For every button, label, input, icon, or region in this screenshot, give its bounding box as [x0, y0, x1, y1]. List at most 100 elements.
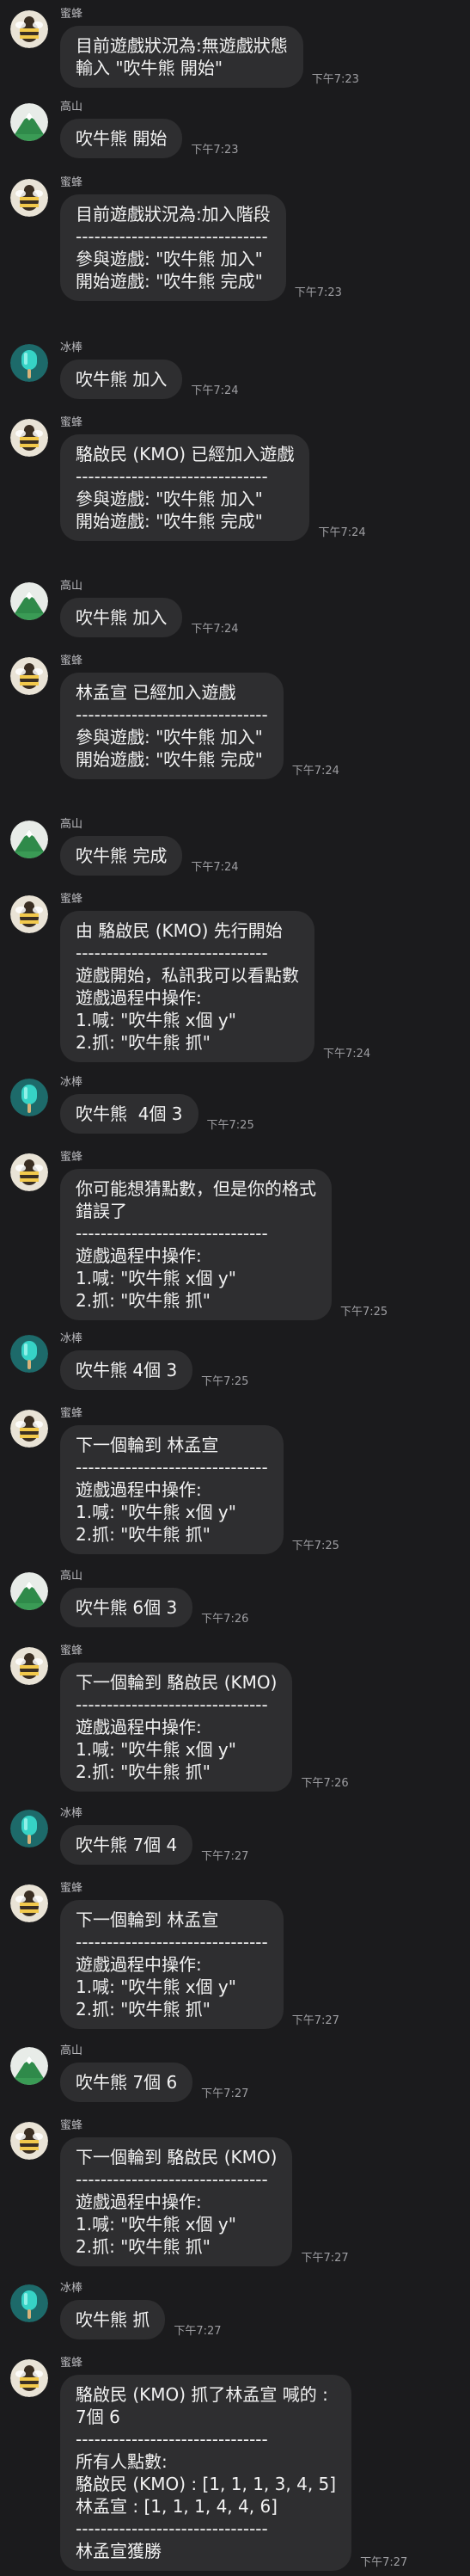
- chat-message: 高山吹牛熊 7個 6 下午7:27: [0, 2037, 248, 2102]
- message-bubble[interactable]: 吹牛熊 抓: [60, 2300, 166, 2339]
- message-bubble[interactable]: 吹牛熊 完成: [60, 836, 183, 876]
- popsicle-avatar[interactable]: [10, 344, 48, 382]
- message-timestamp: 下午7:27: [201, 2087, 249, 2100]
- message-bubble[interactable]: 下一個輪到 林孟宣 ------------------------------…: [60, 1900, 284, 2029]
- message-bubble[interactable]: 駱啟民 (KMO) 抓了林孟宣 喊的 : 7個 6 --------------…: [60, 2375, 352, 2571]
- message-timestamp: 下午7:24: [191, 623, 239, 636]
- message-timestamp: 下午7:23: [191, 144, 239, 157]
- sender-name: 蜜蜂: [60, 1882, 83, 1895]
- popsicle-avatar[interactable]: [10, 1079, 48, 1116]
- message-bubble[interactable]: 你可能想猜點數，但是你的格式 錯誤了 ---------------------…: [60, 1169, 332, 1320]
- chat-message: 蜜蜂下一個輪到 林孟宣 ----------------------------…: [0, 1399, 339, 1554]
- message-timestamp: 下午7:24: [318, 526, 366, 539]
- message-timestamp: 下午7:27: [291, 2014, 339, 2027]
- bee-avatar[interactable]: [10, 2122, 48, 2160]
- sender-name: 蜜蜂: [60, 1645, 83, 1657]
- sender-name: 高山: [60, 2044, 83, 2057]
- message-timestamp: 下午7:27: [174, 2325, 222, 2338]
- chat-message: 高山吹牛熊 6個 3 下午7:26: [0, 1562, 248, 1627]
- sender-name: 蜜蜂: [60, 176, 83, 189]
- message-timestamp: 下午7:24: [191, 861, 239, 874]
- message-bubble[interactable]: 下一個輪到 駱啟民 (KMO) ------------------------…: [60, 1663, 293, 1792]
- mountain-avatar[interactable]: [10, 1572, 48, 1610]
- chat-message: 冰棒 吹牛熊 7個 4 下午7:27: [0, 1799, 248, 1865]
- message-bubble[interactable]: 林孟宣 已經加入遊戲 -----------------------------…: [60, 673, 284, 779]
- message-timestamp: 下午7:26: [301, 1777, 349, 1790]
- chat-message: 蜜蜂目前遊戲狀況為:加入階段 -------------------------…: [0, 169, 342, 301]
- message-bubble[interactable]: 吹牛熊 6個 3: [60, 1588, 193, 1627]
- chat-message: 蜜蜂你可能想猜點數，但是你的格式 錯誤了 -------------------…: [0, 1143, 388, 1320]
- chat-message: 冰棒吹牛熊 加入 下午7:24: [0, 334, 239, 399]
- sender-name: 蜜蜂: [60, 893, 83, 906]
- sender-name: 冰棒: [60, 2282, 83, 2295]
- chat-message: 蜜蜂目前遊戲狀況為:無遊戲狀態 輸入 "吹牛熊 開始" 下午7:23: [0, 0, 359, 88]
- message-bubble[interactable]: 下一個輪到 林孟宣 ------------------------------…: [60, 1425, 284, 1554]
- chat-message: 蜜蜂林孟宣 已經加入遊戲 ---------------------------…: [0, 647, 339, 779]
- sender-name: 蜜蜂: [60, 655, 83, 667]
- mountain-avatar[interactable]: [10, 103, 48, 141]
- sender-name: 高山: [60, 580, 83, 593]
- sender-name: 蜜蜂: [60, 8, 83, 21]
- chat-message: 蜜蜂駱啟民 (KMO) 已經加入遊戲 ---------------------…: [0, 409, 366, 541]
- chat-message: 高山吹牛熊 開始 下午7:23: [0, 93, 239, 158]
- bee-avatar[interactable]: [10, 419, 48, 457]
- message-timestamp: 下午7:24: [323, 1048, 371, 1061]
- bee-avatar[interactable]: [10, 895, 48, 933]
- message-timestamp: 下午7:24: [291, 765, 339, 778]
- message-bubble[interactable]: 吹牛熊 開始: [60, 119, 183, 158]
- mountain-avatar[interactable]: [10, 582, 48, 620]
- bee-avatar[interactable]: [10, 179, 48, 217]
- message-bubble[interactable]: 由 駱啟民 (KMO) 先行開始 -----------------------…: [60, 911, 314, 1062]
- message-timestamp: 下午7:23: [311, 73, 359, 86]
- chat-message: 蜜蜂下一個輪到 駱啟民 (KMO) ----------------------…: [0, 2112, 349, 2266]
- message-bubble[interactable]: 下一個輪到 駱啟民 (KMO) ------------------------…: [60, 2137, 293, 2266]
- message-timestamp: 下午7:23: [294, 286, 342, 299]
- popsicle-avatar[interactable]: [10, 2284, 48, 2322]
- message-timestamp: 下午7:27: [360, 2556, 408, 2569]
- sender-name: 冰棒: [60, 341, 83, 354]
- message-bubble[interactable]: 目前遊戲狀況為:無遊戲狀態 輸入 "吹牛熊 開始": [60, 26, 303, 88]
- bee-avatar[interactable]: [10, 1153, 48, 1191]
- sender-name: 蜜蜂: [60, 2119, 83, 2132]
- sender-name: 蜜蜂: [60, 1407, 83, 1420]
- mountain-avatar[interactable]: [10, 821, 48, 858]
- chat-message: 蜜蜂下一個輪到 駱啟民 (KMO) ----------------------…: [0, 1637, 349, 1792]
- bee-avatar[interactable]: [10, 657, 48, 695]
- chat-message: 蜜蜂駱啟民 (KMO) 抓了林孟宣 喊的 : 7個 6 ------------…: [0, 2349, 407, 2571]
- message-bubble[interactable]: 吹牛熊 4個 3: [60, 1350, 193, 1390]
- bee-avatar[interactable]: [10, 1647, 48, 1685]
- message-timestamp: 下午7:25: [340, 1306, 388, 1319]
- message-bubble[interactable]: 目前遊戲狀況為:加入階段 ---------------------------…: [60, 194, 286, 301]
- popsicle-avatar[interactable]: [10, 1810, 48, 1847]
- message-bubble[interactable]: 吹牛熊 加入: [60, 360, 183, 399]
- message-timestamp: 下午7:25: [291, 1540, 339, 1552]
- message-bubble[interactable]: 吹牛熊 7個 6: [60, 2063, 193, 2102]
- bee-avatar[interactable]: [10, 1410, 48, 1448]
- mountain-avatar[interactable]: [10, 2047, 48, 2085]
- sender-name: 冰棒: [60, 1076, 83, 1089]
- chat-message: 冰棒吹牛熊 4個 3 下午7:25: [0, 1068, 254, 1134]
- message-bubble[interactable]: 吹牛熊 4個 3: [60, 1094, 198, 1134]
- chat-message: 蜜蜂由 駱啟民 (KMO) 先行開始 ---------------------…: [0, 885, 370, 1062]
- message-timestamp: 下午7:27: [301, 2252, 349, 2265]
- message-timestamp: 下午7:26: [201, 1613, 249, 1626]
- chat-message: 高山 吹牛熊 完成 下午7:24: [0, 810, 239, 876]
- sender-name: 高山: [60, 1570, 83, 1583]
- sender-name: 高山: [60, 101, 83, 114]
- sender-name: 冰棒: [60, 1332, 83, 1345]
- message-bubble[interactable]: 吹牛熊 加入: [60, 598, 183, 637]
- bee-avatar[interactable]: [10, 2359, 48, 2397]
- message-bubble[interactable]: 駱啟民 (KMO) 已經加入遊戲 -----------------------…: [60, 434, 310, 541]
- sender-name: 蜜蜂: [60, 2357, 83, 2370]
- chat-message: 蜜蜂下一個輪到 林孟宣 ----------------------------…: [0, 1874, 339, 2029]
- sender-name: 蜜蜂: [60, 416, 83, 429]
- bee-avatar[interactable]: [10, 10, 48, 48]
- message-timestamp: 下午7:24: [191, 384, 239, 397]
- message-timestamp: 下午7:25: [206, 1119, 254, 1132]
- sender-name: 蜜蜂: [60, 1151, 83, 1164]
- message-bubble[interactable]: 吹牛熊 7個 4: [60, 1825, 193, 1865]
- bee-avatar[interactable]: [10, 1884, 48, 1922]
- chat-message: 高山吹牛熊 加入 下午7:24: [0, 572, 239, 637]
- message-timestamp: 下午7:27: [201, 1850, 249, 1863]
- popsicle-avatar[interactable]: [10, 1335, 48, 1373]
